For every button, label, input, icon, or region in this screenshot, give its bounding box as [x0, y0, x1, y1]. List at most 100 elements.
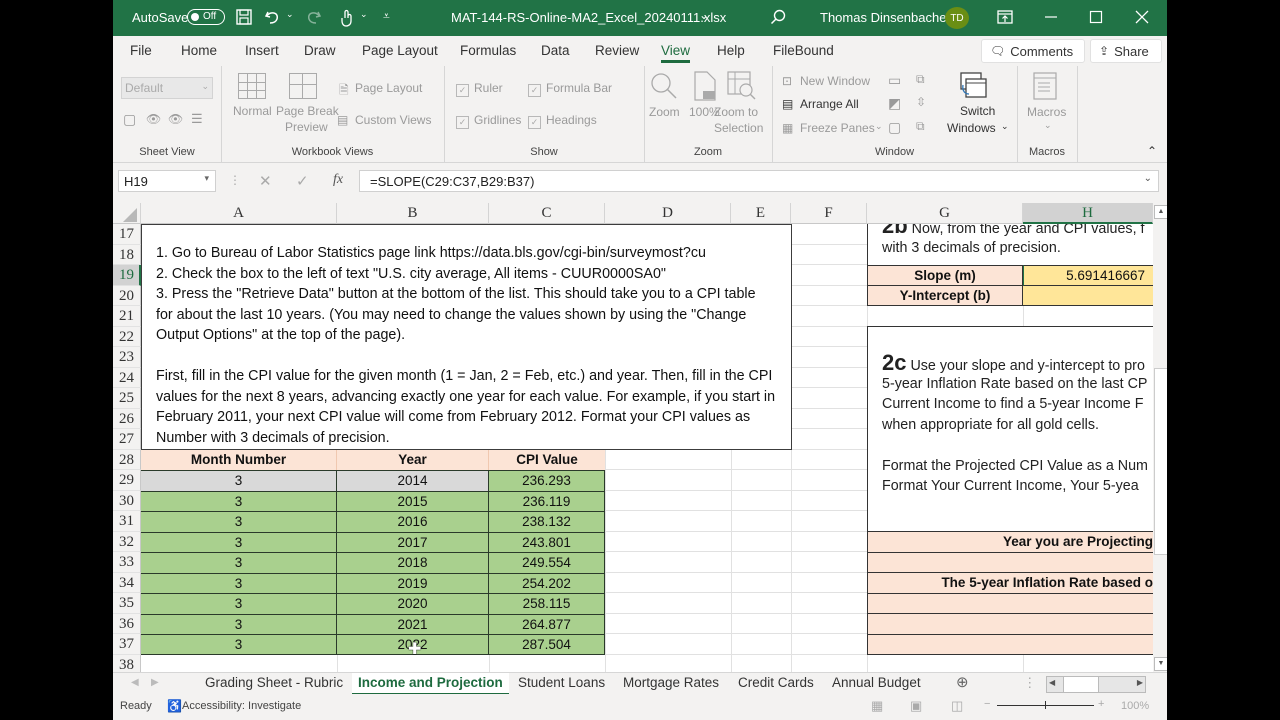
vertical-scrollbar[interactable]: ▲ ▼ [1153, 203, 1167, 672]
autosave-toggle[interactable]: Off [187, 9, 225, 25]
close-icon[interactable] [1134, 9, 1150, 25]
select-all-corner[interactable] [113, 203, 141, 224]
cpi-table-cell[interactable]: 2015 [337, 490, 489, 511]
normal-view-icon[interactable]: ▦ [871, 698, 883, 714]
column-header-d[interactable]: D [605, 203, 731, 224]
add-sheet-icon[interactable]: ⊕ [956, 673, 969, 695]
gridlines-checkbox[interactable]: ✓ Gridlines [456, 113, 521, 129]
search-icon[interactable] [769, 8, 787, 26]
peach-row[interactable] [867, 614, 1153, 635]
row-header-19[interactable]: 19 [113, 265, 141, 286]
cpi-table-cell[interactable]: 287.504 [489, 634, 605, 655]
row-header-20[interactable]: 20 [113, 285, 141, 306]
accessibility-status[interactable]: Accessibility: Investigate [182, 700, 301, 712]
tab-scroll-left-icon[interactable]: ◀ [131, 673, 139, 695]
cpi-table-cell[interactable]: 3 [141, 490, 337, 511]
cpi-table-cell[interactable]: 3 [141, 634, 337, 655]
row-header-35[interactable]: 35 [113, 593, 141, 614]
zoom-selection-icon[interactable] [727, 71, 757, 101]
scroll-down-icon[interactable]: ▼ [1154, 657, 1167, 671]
cpi-table-cell[interactable]: 236.293 [489, 470, 605, 491]
cpi-table-cell[interactable]: 2018 [337, 552, 489, 573]
normal-view-icon[interactable] [238, 73, 266, 99]
cpi-table-cell[interactable]: 3 [141, 511, 337, 532]
cpi-table-cell[interactable]: 3 [141, 470, 337, 491]
cpi-table-cell[interactable]: 3 [141, 531, 337, 552]
tab-data[interactable]: Data [541, 43, 570, 58]
cpi-table-cell[interactable]: 264.877 [489, 613, 605, 634]
row-header-30[interactable]: 30 [113, 490, 141, 511]
tab-file[interactable]: File [130, 43, 152, 58]
column-header-e[interactable]: E [731, 203, 791, 224]
cpi-table-cell[interactable]: 2014 [337, 470, 489, 491]
expand-formula-icon[interactable]: ⌄ [1144, 173, 1152, 184]
switch-windows-button[interactable]: Switch [960, 104, 995, 118]
instructions-textbox[interactable]: 1. Go to Bureau of Labor Statistics page… [141, 224, 792, 450]
tab-home[interactable]: Home [181, 43, 217, 58]
enter-icon[interactable]: ✓ [296, 172, 309, 190]
cpi-table-cell[interactable]: 3 [141, 593, 337, 614]
new-window-button[interactable]: New Window [800, 74, 870, 88]
cpi-table-cell[interactable]: 2021 [337, 613, 489, 634]
cancel-icon[interactable]: ✕ [259, 172, 272, 190]
spreadsheet-grid[interactable]: A B C D E F G H 17 18 19 20 21 22 23 24 25 26 27 28… [113, 203, 1153, 672]
slope-value-cell[interactable]: 5.691416667 [1023, 265, 1153, 286]
minimize-icon[interactable] [1043, 9, 1059, 25]
unhide-icon[interactable]: ▢ [888, 119, 901, 136]
zoom-100-icon[interactable] [694, 71, 716, 101]
cpi-table-cell[interactable]: 2019 [337, 572, 489, 593]
freeze-panes-button[interactable]: Freeze Panes [800, 121, 875, 135]
row-header-29[interactable]: 29 [113, 470, 141, 491]
switch-windows-icon[interactable] [957, 71, 989, 101]
save-icon[interactable] [235, 8, 253, 26]
headings-checkbox[interactable]: ✓ Headings [528, 113, 597, 129]
scroll-up-icon[interactable]: ▲ [1154, 205, 1167, 219]
cpi-table-cell[interactable]: 249.554 [489, 552, 605, 573]
name-box[interactable]: H19 ▾ [118, 170, 216, 192]
filename-chevron-icon[interactable]: ⌄ [699, 8, 709, 22]
sheet-tab-mortgage-rates[interactable]: Mortgage Rates [623, 673, 719, 695]
undo-dropdown-icon[interactable]: ⌄ [286, 9, 294, 20]
section-2c-textbox[interactable]: 2c Use your slope and y-intercept to pro… [867, 326, 1153, 532]
tab-draw[interactable]: Draw [304, 43, 336, 58]
split-icon[interactable]: ▭ [888, 72, 901, 89]
column-header-g[interactable]: G [867, 203, 1023, 224]
column-header-b[interactable]: B [337, 203, 489, 224]
row-header-26[interactable]: 26 [113, 408, 141, 429]
arrange-all-button[interactable]: Arrange All [800, 97, 859, 111]
year-projecting-row[interactable] [867, 552, 1153, 573]
cpi-table-cell[interactable]: 2016 [337, 511, 489, 532]
row-header-28[interactable]: 28 [113, 449, 141, 470]
vertical-scroll-thumb[interactable] [1154, 368, 1167, 555]
undo-icon[interactable] [263, 8, 283, 26]
cpi-table-cell[interactable]: 236.119 [489, 490, 605, 511]
collapse-ribbon-icon[interactable]: ⌃ [1147, 144, 1157, 158]
intercept-value-cell[interactable] [1023, 286, 1153, 306]
row-header-17[interactable]: 17 [113, 224, 141, 245]
page-layout-view-icon[interactable]: ▣ [910, 698, 922, 714]
ruler-checkbox[interactable]: ✓ Ruler [456, 81, 503, 97]
peach-row[interactable] [867, 634, 1153, 655]
cpi-table-cell[interactable]: 3 [141, 552, 337, 573]
row-header-27[interactable]: 27 [113, 429, 141, 450]
sheet-tab-grading-sheet[interactable]: Grading Sheet - Rubric [205, 673, 343, 695]
ribbon-display-icon[interactable] [996, 9, 1014, 25]
row-header-38[interactable]: 38 [113, 654, 141, 672]
tab-review[interactable]: Review [595, 43, 639, 58]
cpi-table-cell[interactable]: 238.132 [489, 511, 605, 532]
cpi-table-cell[interactable]: 3 [141, 613, 337, 634]
customize-qat-icon[interactable]: ⩡ [383, 9, 390, 24]
zoom-icon[interactable] [649, 71, 679, 101]
column-header-a[interactable]: A [141, 203, 337, 224]
touch-mode-icon[interactable] [338, 8, 356, 28]
zoom-slider-thumb[interactable] [1045, 701, 1046, 709]
tab-filebound[interactable]: FileBound [773, 43, 834, 58]
formula-bar-checkbox[interactable]: ✓ Formula Bar [528, 81, 612, 97]
user-name[interactable]: Thomas Dinsenbacher [820, 10, 951, 25]
tab-insert[interactable]: Insert [245, 43, 279, 58]
share-button[interactable]: ⇪ Share [1090, 39, 1162, 63]
reset-position-icon[interactable]: ⧉ [916, 119, 925, 134]
cpi-table-cell[interactable]: 258.115 [489, 593, 605, 614]
maximize-icon[interactable] [1088, 9, 1104, 25]
macros-icon[interactable] [1032, 71, 1060, 101]
